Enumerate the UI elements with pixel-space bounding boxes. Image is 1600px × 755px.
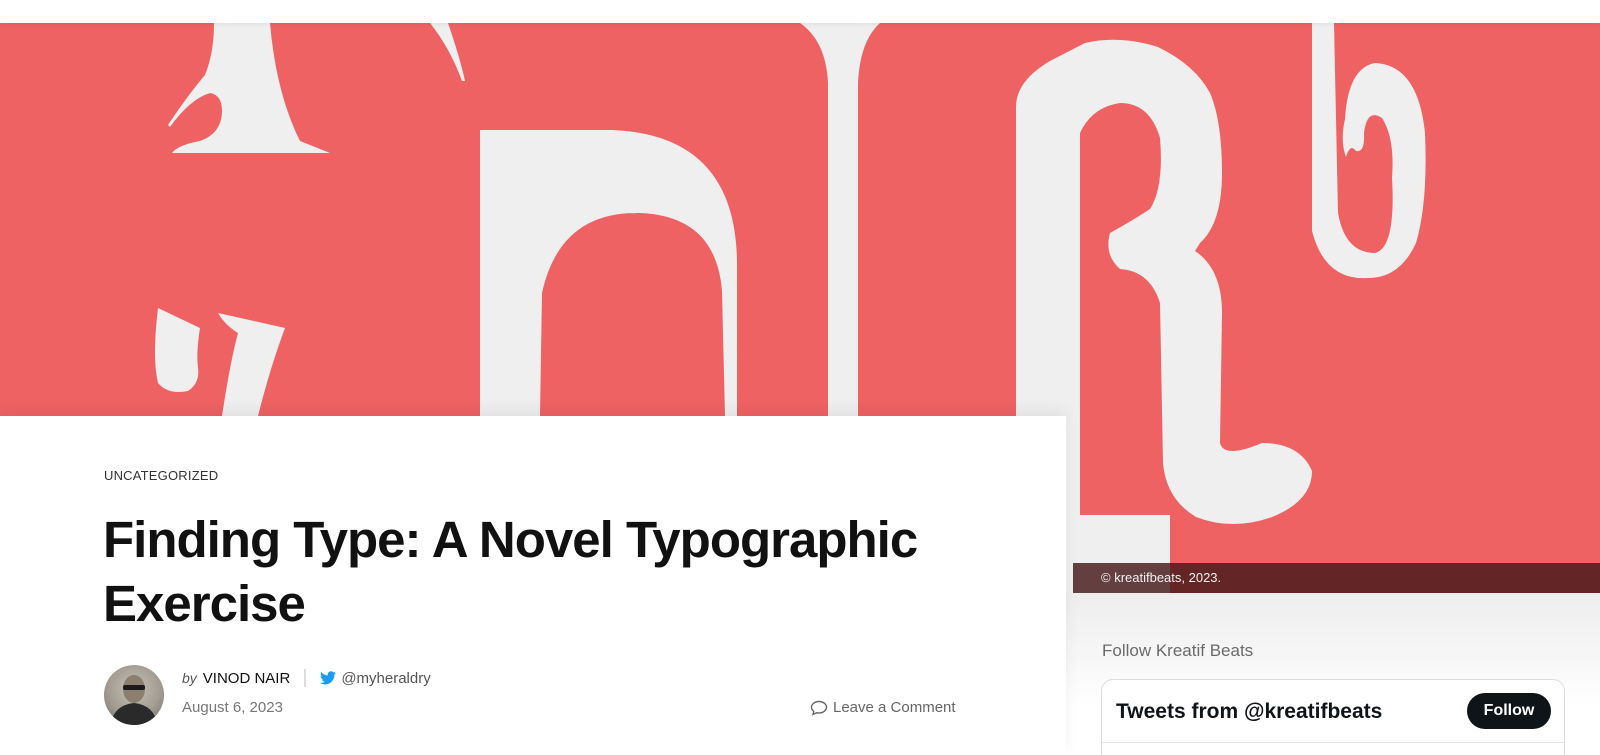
top-navigation-bar bbox=[0, 0, 1600, 23]
category-link[interactable]: UNCATEGORIZED bbox=[104, 468, 218, 483]
avatar-photo bbox=[110, 675, 158, 725]
twitter-handle-link[interactable]: @myheraldry bbox=[341, 670, 430, 687]
author-avatar[interactable] bbox=[104, 665, 164, 725]
article-header: UNCATEGORIZED Finding Type: A Novel Typo… bbox=[0, 416, 1066, 755]
twitter-timeline-widget: Tweets from @kreatifbeats Follow bbox=[1101, 679, 1565, 755]
leave-comment-link[interactable]: Leave a Comment bbox=[810, 699, 956, 716]
follow-button[interactable]: Follow bbox=[1467, 693, 1551, 729]
image-caption: © kreatifbeats, 2023. bbox=[1073, 563, 1600, 593]
sidebar-widget-title: Follow Kreatif Beats bbox=[1102, 641, 1254, 660]
author-name-link[interactable]: VINOD NAIR bbox=[203, 670, 291, 687]
twitter-bird-icon bbox=[320, 671, 337, 685]
author-line: by VINOD NAIR @myheraldry bbox=[182, 669, 431, 687]
page-title: Finding Type: A Novel Typographic Exerci… bbox=[103, 511, 918, 632]
widget-divider bbox=[1102, 742, 1564, 743]
byline-separator bbox=[304, 669, 307, 687]
sidebar: Follow Kreatif Beats Tweets from @kreati… bbox=[1066, 593, 1600, 755]
tweets-header: Tweets from @kreatifbeats bbox=[1116, 700, 1383, 723]
speech-bubble-icon bbox=[810, 700, 828, 716]
leave-comment-label: Leave a Comment bbox=[833, 699, 956, 716]
post-date: August 6, 2023 bbox=[182, 699, 283, 716]
byline-prefix: by bbox=[182, 670, 197, 686]
